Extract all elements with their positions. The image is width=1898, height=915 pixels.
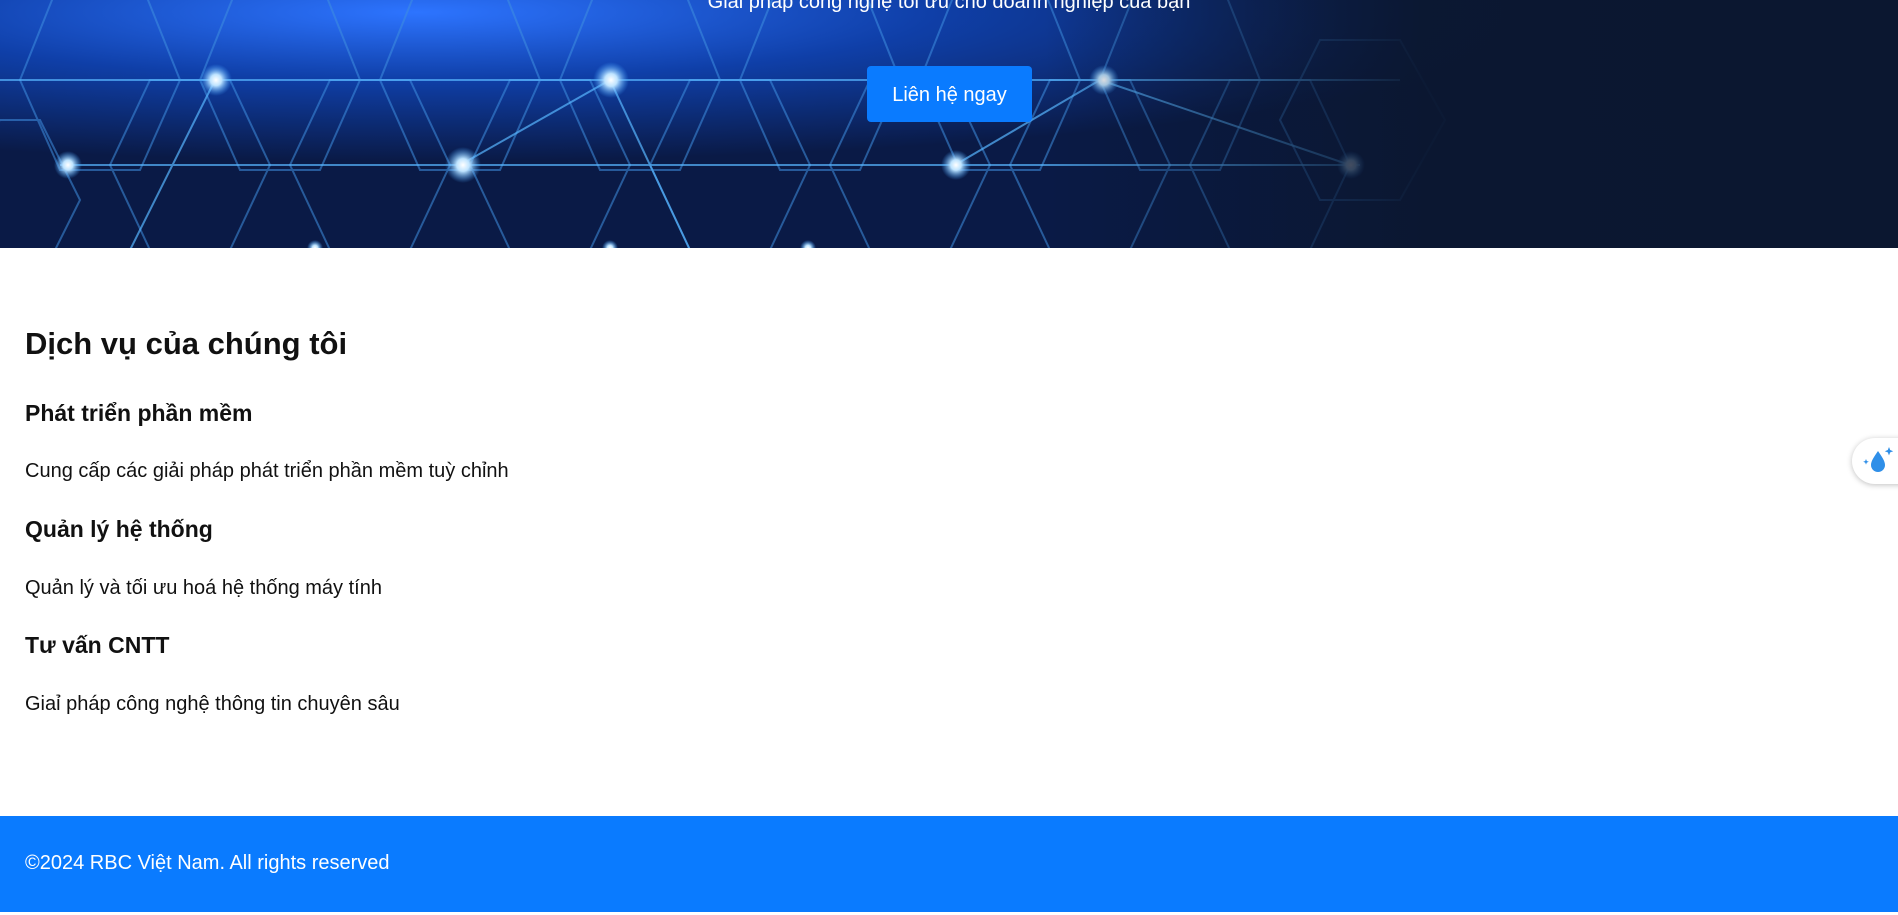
site-footer: ©2024 RBC Việt Nam. All rights reserved	[0, 816, 1898, 912]
service-description: Quản lý và tối ưu hoá hệ thống máy tính	[25, 577, 382, 599]
service-title: Quản lý hệ thống	[25, 516, 213, 542]
hero-banner: Giải pháp công nghệ tối ưu cho doanh ngh…	[0, 0, 1898, 248]
contact-now-button[interactable]: Liên hệ ngay	[867, 66, 1032, 122]
hero-tagline: Giải pháp công nghệ tối ưu cho doanh ngh…	[707, 0, 1191, 13]
water-drop-sparkle-icon	[1863, 447, 1894, 472]
service-title: Tư vấn CNTT	[25, 632, 170, 658]
floating-assistant-button[interactable]	[1852, 438, 1898, 484]
service-description: Cung cấp các giải pháp phát triển phần m…	[25, 460, 509, 482]
page: Giải pháp công nghệ tối ưu cho doanh ngh…	[0, 0, 1898, 915]
service-title: Phát triển phần mềm	[25, 400, 253, 426]
service-description: Giaỉ pháp công nghệ thông tin chuyên sâu	[25, 693, 400, 715]
hero-background-image	[0, 0, 1898, 248]
services-heading: Dịch vụ của chúng tôi	[25, 326, 348, 361]
footer-copyright: ©2024 RBC Việt Nam. All rights reserved	[25, 852, 390, 874]
